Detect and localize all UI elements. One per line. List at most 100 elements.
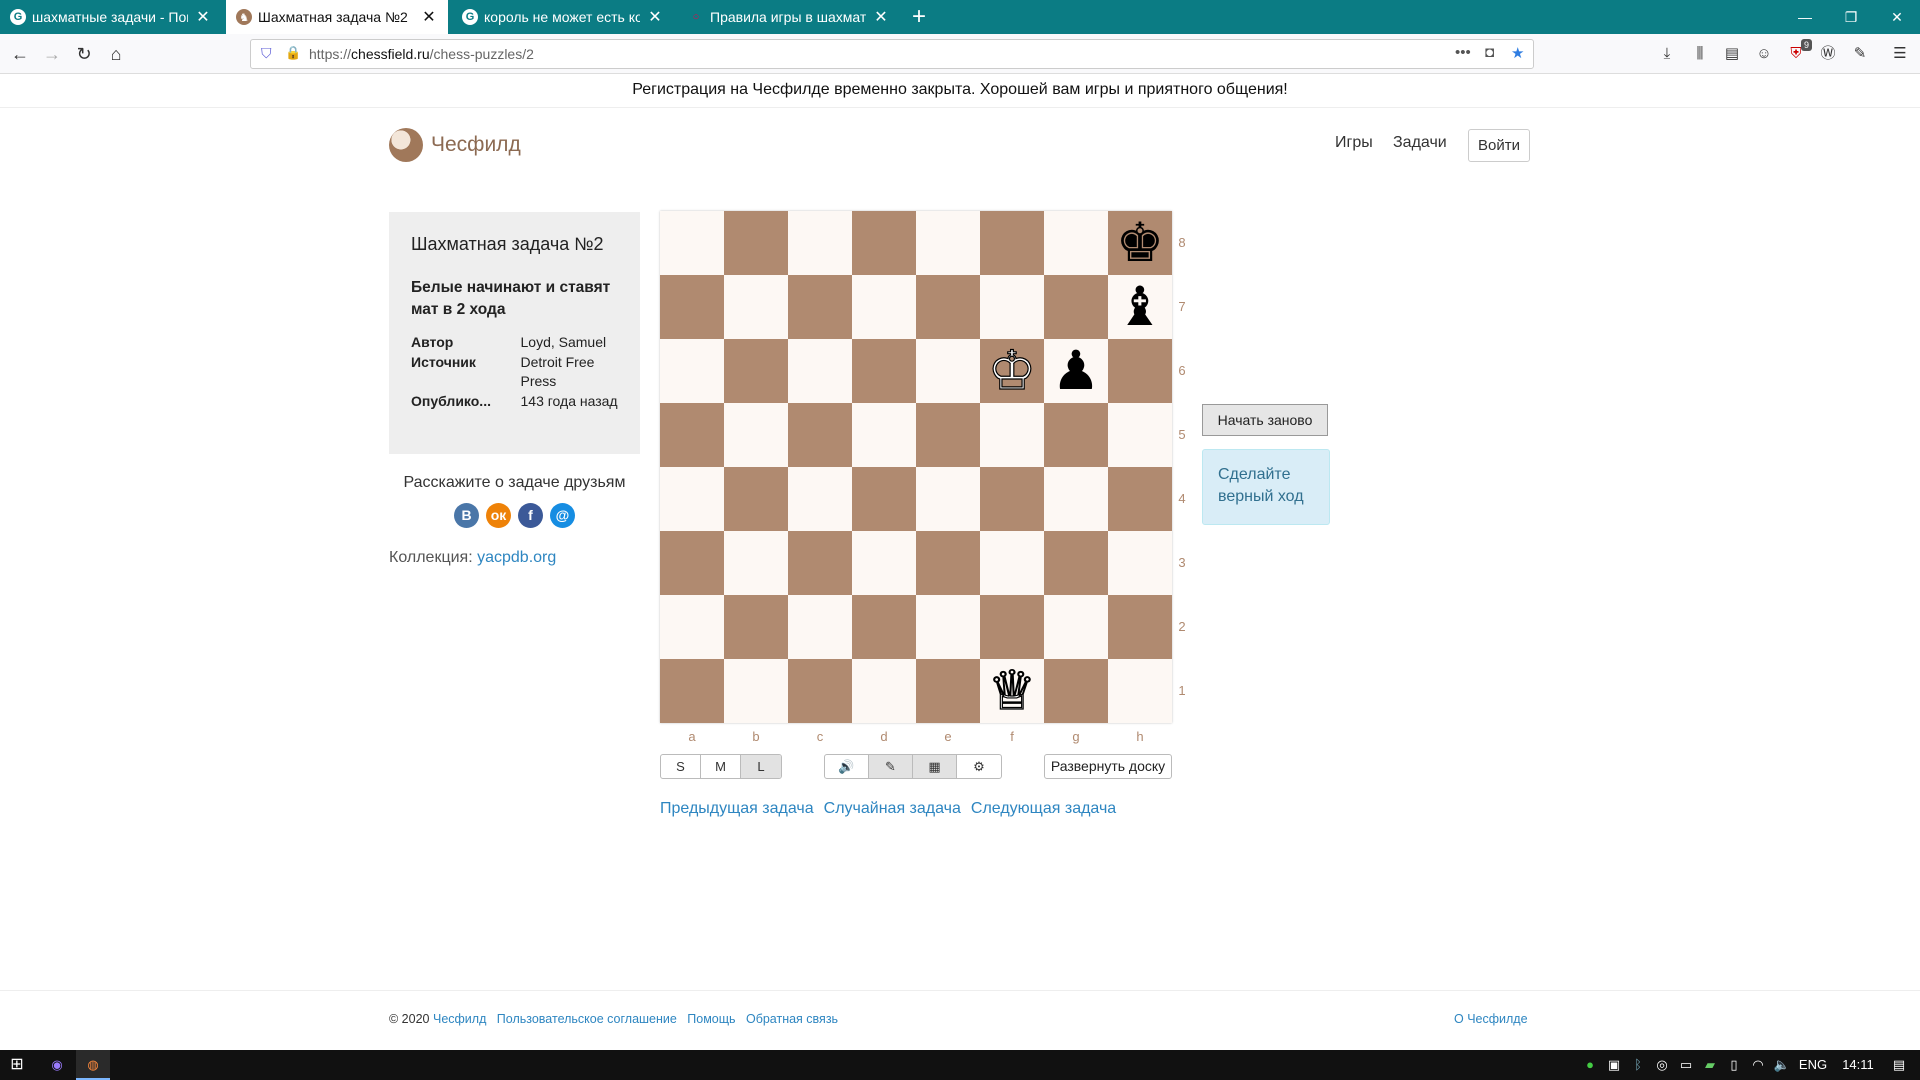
battery-icon[interactable]: ▯ xyxy=(1724,1050,1744,1080)
black-pawn-piece[interactable]: ♟ xyxy=(1052,339,1100,403)
settings-icon[interactable]: ⚙ xyxy=(957,755,1001,778)
square-h5[interactable] xyxy=(1108,403,1172,467)
square-f1[interactable]: ♕ xyxy=(980,658,1044,723)
footer-site-link[interactable]: Чесфилд xyxy=(433,1012,486,1026)
language-indicator[interactable]: ENG xyxy=(1796,1050,1830,1080)
square-f7[interactable] xyxy=(980,275,1044,339)
minimize-icon[interactable]: — xyxy=(1782,0,1828,34)
page-actions-icon[interactable]: ••• xyxy=(1455,44,1471,61)
square-c2[interactable] xyxy=(788,595,852,659)
flip-board-button[interactable]: Развернуть доску xyxy=(1044,754,1172,779)
white-queen-piece[interactable]: ♕ xyxy=(987,658,1037,723)
reload-icon[interactable]: ↻ xyxy=(70,40,98,68)
square-e1[interactable] xyxy=(916,659,980,723)
square-a5[interactable] xyxy=(660,403,724,467)
library-icon[interactable]: ⫼ xyxy=(1688,42,1712,66)
mailru-icon[interactable]: @ xyxy=(550,503,575,528)
square-c5[interactable] xyxy=(788,403,852,467)
login-button[interactable]: Войти xyxy=(1468,129,1530,162)
footer-feedback-link[interactable]: Обратная связь xyxy=(746,1012,838,1026)
black-bishop-piece[interactable]: ♝ xyxy=(1116,275,1164,339)
square-c1[interactable] xyxy=(788,659,852,723)
wifi-icon[interactable]: ◠ xyxy=(1748,1050,1768,1080)
square-g7[interactable] xyxy=(1044,275,1108,339)
nav-puzzles[interactable]: Задачи xyxy=(1393,134,1447,152)
square-f5[interactable] xyxy=(980,403,1044,467)
menu-icon[interactable]: ☰ xyxy=(1888,42,1912,66)
square-f6[interactable]: ♔ xyxy=(980,338,1044,403)
tray-green-icon[interactable]: ● xyxy=(1580,1050,1600,1080)
tab-chess-rules[interactable]: ○ Правила игры в шахматы ✕ xyxy=(678,0,900,34)
square-e3[interactable] xyxy=(916,531,980,595)
sidebar-icon[interactable]: ▤ xyxy=(1720,42,1744,66)
tray-app-icon[interactable]: ▣ xyxy=(1604,1050,1624,1080)
pocket-icon[interactable]: ◘ xyxy=(1485,44,1494,61)
nvidia-icon[interactable]: ▰ xyxy=(1700,1050,1720,1080)
square-a3[interactable] xyxy=(660,531,724,595)
nav-games[interactable]: Игры xyxy=(1335,134,1373,152)
square-d5[interactable] xyxy=(852,403,916,467)
square-a1[interactable] xyxy=(660,659,724,723)
steam-icon[interactable]: ◎ xyxy=(1652,1050,1672,1080)
clock[interactable]: 14:11 xyxy=(1838,1050,1878,1080)
random-puzzle-link[interactable]: Случайная задача xyxy=(824,800,961,818)
square-g4[interactable] xyxy=(1044,467,1108,531)
square-h1[interactable] xyxy=(1108,659,1172,723)
new-tab-icon[interactable]: + xyxy=(904,2,934,32)
square-c7[interactable] xyxy=(788,275,852,339)
square-a4[interactable] xyxy=(660,467,724,531)
square-f2[interactable] xyxy=(980,595,1044,659)
volume-icon[interactable]: 🔈 xyxy=(1772,1050,1792,1080)
back-icon[interactable]: ← xyxy=(6,40,34,68)
square-b3[interactable] xyxy=(724,531,788,595)
square-d4[interactable] xyxy=(852,467,916,531)
square-c8[interactable] xyxy=(788,211,852,275)
downloads-icon[interactable]: ⤓ xyxy=(1655,42,1679,66)
next-puzzle-link[interactable]: Следующая задача xyxy=(971,800,1116,818)
eyedropper-icon[interactable]: ✎ xyxy=(1848,42,1872,66)
square-e7[interactable] xyxy=(916,275,980,339)
bluetooth-icon[interactable]: ᛒ xyxy=(1628,1050,1648,1080)
square-c3[interactable] xyxy=(788,531,852,595)
square-a7[interactable] xyxy=(660,275,724,339)
square-g5[interactable] xyxy=(1044,403,1108,467)
close-tab-icon[interactable]: ✕ xyxy=(194,7,212,27)
restore-icon[interactable]: ❐ xyxy=(1828,0,1874,34)
url-text[interactable]: https://chessfield.ru/chess-puzzles/2 xyxy=(309,46,534,62)
lock-icon[interactable]: 🔒 xyxy=(285,45,301,61)
start-icon[interactable]: ⊞ xyxy=(0,1050,34,1080)
square-g3[interactable] xyxy=(1044,531,1108,595)
square-h4[interactable] xyxy=(1108,467,1172,531)
square-f4[interactable] xyxy=(980,467,1044,531)
square-e8[interactable] xyxy=(916,211,980,275)
size-l-button[interactable]: L xyxy=(741,755,781,778)
square-c6[interactable] xyxy=(788,339,852,403)
prev-puzzle-link[interactable]: Предыдущая задача xyxy=(660,800,814,818)
square-b2[interactable] xyxy=(724,595,788,659)
close-tab-icon[interactable]: ✕ xyxy=(420,7,438,27)
square-e5[interactable] xyxy=(916,403,980,467)
forward-icon[interactable]: → xyxy=(38,40,66,68)
facebook-icon[interactable]: f xyxy=(518,503,543,528)
sound-icon[interactable]: 🔊 xyxy=(825,755,869,778)
square-h6[interactable] xyxy=(1108,339,1172,403)
account-icon[interactable]: ☺ xyxy=(1752,42,1776,66)
square-a2[interactable] xyxy=(660,595,724,659)
square-d1[interactable] xyxy=(852,659,916,723)
square-d7[interactable] xyxy=(852,275,916,339)
tab-search[interactable]: G шахматные задачи - Поиск в ✕ xyxy=(0,0,222,34)
black-king-piece[interactable]: ♚ xyxy=(1116,211,1164,275)
home-icon[interactable]: ⌂ xyxy=(102,40,130,68)
size-m-button[interactable]: M xyxy=(701,755,741,778)
square-h7[interactable]: ♝ xyxy=(1108,275,1172,339)
square-e2[interactable] xyxy=(916,595,980,659)
chess-board[interactable]: ♚ ♝ ♔ ♟ ♕ xyxy=(660,211,1172,723)
square-d2[interactable] xyxy=(852,595,916,659)
square-d3[interactable] xyxy=(852,531,916,595)
square-h2[interactable] xyxy=(1108,595,1172,659)
square-b5[interactable] xyxy=(724,403,788,467)
square-g8[interactable] xyxy=(1044,211,1108,275)
footer-agreement-link[interactable]: Пользовательское соглашение xyxy=(497,1012,677,1026)
board-style-icon[interactable]: ▦ xyxy=(913,755,957,778)
odnoklassniki-icon[interactable]: ок xyxy=(486,503,511,528)
